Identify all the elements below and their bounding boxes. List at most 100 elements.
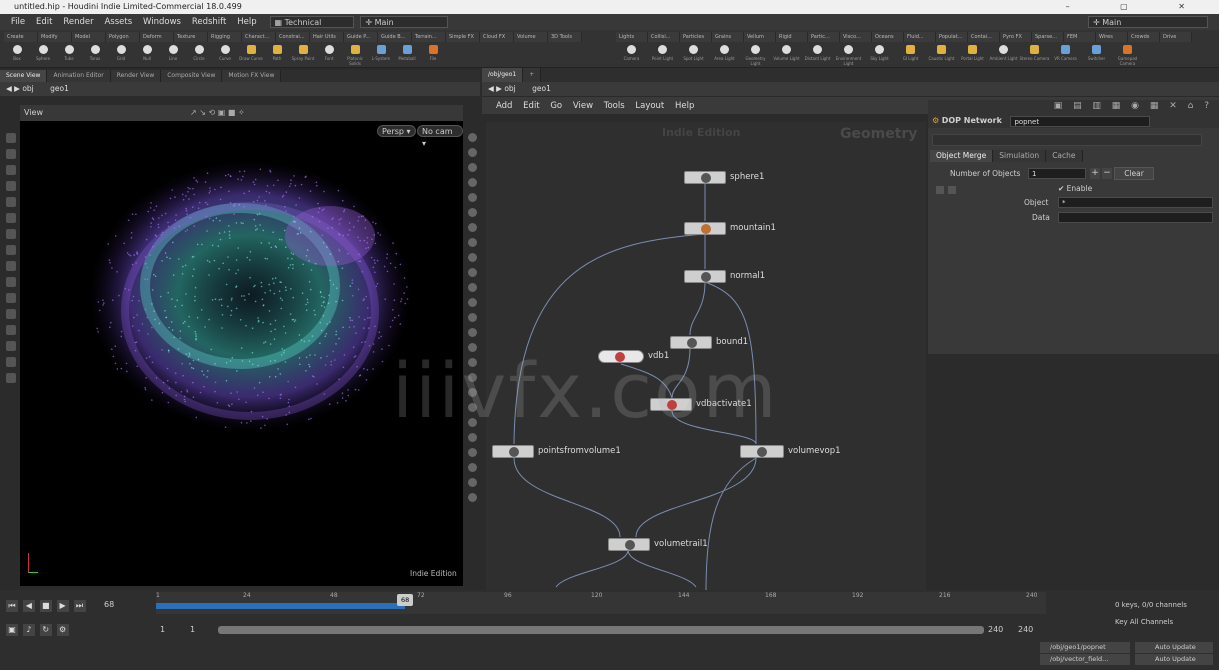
params-sim-field[interactable] xyxy=(932,134,1202,146)
node-name-field[interactable]: popnet xyxy=(1010,116,1151,127)
shelf-tool[interactable]: Volume Light xyxy=(771,44,802,66)
tab-render-view[interactable]: Render View xyxy=(110,70,162,82)
shelf-tool[interactable]: Sphere xyxy=(30,44,56,66)
menu-windows[interactable]: Windows xyxy=(139,14,185,30)
path-obj[interactable]: obj xyxy=(22,84,33,93)
menu-render[interactable]: Render xyxy=(59,14,97,30)
shelf-tab[interactable]: Fluid... xyxy=(904,32,936,42)
shelf-tab[interactable]: Grains xyxy=(712,32,744,42)
shelf-tool[interactable]: L-System xyxy=(368,44,394,66)
shelf-tab[interactable]: Modify xyxy=(38,32,72,42)
shelf-tab[interactable]: Populat... xyxy=(936,32,968,42)
shelf-tab[interactable]: Rigid xyxy=(776,32,808,42)
shelf-tool[interactable]: Circle xyxy=(186,44,212,66)
shelf-tab[interactable]: Cloud FX xyxy=(480,32,514,42)
range-end[interactable]: 240 xyxy=(988,625,1003,634)
shelf-tool[interactable]: File xyxy=(420,44,446,66)
node-vdbactivate1[interactable] xyxy=(650,398,692,411)
tab-simulation[interactable]: Simulation xyxy=(993,150,1047,162)
shelf-tab[interactable]: Sparse... xyxy=(1032,32,1064,42)
network-menu-go[interactable]: Go xyxy=(546,97,566,115)
shelf-tab[interactable]: Guide B... xyxy=(378,32,412,42)
shelf-tool[interactable]: Tube xyxy=(56,44,82,66)
shelf-tool[interactable]: Grid xyxy=(108,44,134,66)
network-path-obj[interactable]: obj xyxy=(504,84,515,93)
shelf-tab[interactable]: Particles xyxy=(680,32,712,42)
params-toolbar[interactable]: ▣ ▤ ▥ ▦ ◉ ▦ ✕ ⌂ ? xyxy=(928,100,1219,114)
window-controls[interactable]: – ▢ ✕ xyxy=(1066,0,1209,14)
camera-menu[interactable]: No cam ▾ xyxy=(417,125,463,148)
shelf-tool[interactable]: Box xyxy=(4,44,30,66)
shelf-tool[interactable]: Geometry Light xyxy=(740,44,771,66)
shelf-tab[interactable]: Terrain... xyxy=(412,32,446,42)
tab-animation-editor[interactable]: Animation Editor xyxy=(47,70,111,82)
shelf-tab[interactable]: Lights xyxy=(616,32,648,42)
shelf-tab[interactable]: Crowds xyxy=(1128,32,1160,42)
shelf-tool[interactable]: GI Light xyxy=(895,44,926,66)
shelf-tab[interactable]: Collisi... xyxy=(648,32,680,42)
tab-network-geo1[interactable]: /obj/geo1 xyxy=(482,68,524,82)
node-pointsfromvolume1[interactable] xyxy=(492,445,534,458)
network-back-arrow-icon[interactable]: ◀ ▶ xyxy=(488,84,504,93)
node-normal1[interactable] xyxy=(684,270,726,283)
node-volumetrail1[interactable] xyxy=(608,538,650,551)
node-mountain1[interactable] xyxy=(684,222,726,235)
shelf-tool[interactable]: Metaball xyxy=(394,44,420,66)
auto-update-1[interactable]: Auto Update xyxy=(1135,642,1213,653)
desktop-selector[interactable]: ▦ Technical xyxy=(269,15,354,28)
left-toolbar[interactable] xyxy=(4,133,18,389)
shelf-tool[interactable]: Curve xyxy=(212,44,238,66)
play-reverse-icon[interactable]: ◀ xyxy=(22,600,35,612)
shelf-tab[interactable]: Create xyxy=(4,32,38,42)
shelf-tool[interactable]: Environment Light xyxy=(833,44,864,66)
shelf-tool[interactable]: Ambient Light xyxy=(988,44,1019,66)
main-shelf-selector-left[interactable]: ✛ Main xyxy=(360,15,449,28)
shelf-tool[interactable]: Switcher xyxy=(1081,44,1112,66)
auto-update-2[interactable]: Auto Update xyxy=(1135,654,1213,665)
current-frame-field[interactable]: 68 xyxy=(104,600,114,609)
viewport-toolbar-icons[interactable]: ↗ ↘ ⟲ ▣ ■ ✧ xyxy=(190,105,245,121)
right-toolbar[interactable] xyxy=(465,133,479,508)
shelf-tool[interactable]: Spray Paint xyxy=(290,44,316,66)
number-of-objects-field[interactable]: 1 xyxy=(1028,168,1086,179)
network-menu-tools[interactable]: Tools xyxy=(600,97,629,115)
path-geo1[interactable]: geo1 xyxy=(50,84,69,93)
range-start-2[interactable]: 1 xyxy=(190,625,195,634)
add-tab-icon[interactable]: + xyxy=(523,68,542,82)
tab-object-merge[interactable]: Object Merge xyxy=(930,150,994,162)
jump-end-icon[interactable]: ⏭ xyxy=(73,600,86,612)
params-toolbar-icons[interactable]: ▣ ▤ ▥ ▦ ◉ ▦ ✕ ⌂ ? xyxy=(1054,101,1213,111)
shelf-tab[interactable]: Wires xyxy=(1096,32,1128,42)
shelf-tool[interactable]: Portal Light xyxy=(957,44,988,66)
network-menu-help[interactable]: Help xyxy=(671,97,698,115)
shelf-tool[interactable]: VR Camera xyxy=(1050,44,1081,66)
frame-marker[interactable]: 68 xyxy=(397,594,414,606)
node-sphere1[interactable] xyxy=(684,171,726,184)
shelf-tab[interactable]: Vellum xyxy=(744,32,776,42)
shelf-tab[interactable]: Polygon xyxy=(106,32,140,42)
range-end-2[interactable]: 240 xyxy=(1018,625,1033,634)
network-menu-add[interactable]: Add xyxy=(492,97,516,115)
remove-object-button[interactable]: − xyxy=(1102,168,1112,179)
stop-icon[interactable]: ■ xyxy=(39,600,52,612)
node-vdb1[interactable] xyxy=(598,350,644,363)
shelf-tab[interactable]: Texture xyxy=(174,32,208,42)
network-menu-layout[interactable]: Layout xyxy=(631,97,668,115)
realtime-icon[interactable]: ▣ xyxy=(6,624,18,636)
enable-checkbox[interactable]: ✔ Enable xyxy=(1058,184,1092,193)
shelf-tab[interactable]: Oceans xyxy=(872,32,904,42)
shelf-tool[interactable]: Path xyxy=(264,44,290,66)
shelf-tool[interactable]: Null xyxy=(134,44,160,66)
shelf-tab[interactable]: Model xyxy=(72,32,106,42)
shelf-tool[interactable]: Font xyxy=(316,44,342,66)
shelf-tab[interactable]: 3D Tools xyxy=(548,32,582,42)
multiparm-insert-icon[interactable] xyxy=(948,186,956,194)
multiparm-remove-icon[interactable] xyxy=(936,186,944,194)
main-shelf-selector-right[interactable]: ✛ Main xyxy=(1088,16,1208,28)
shelf-tool[interactable]: Line xyxy=(160,44,186,66)
loop-icon[interactable]: ↻ xyxy=(39,624,52,636)
tab-scene-view[interactable]: Scene View xyxy=(0,70,48,82)
shelf-tool[interactable]: Camera xyxy=(616,44,647,66)
shelf-tab[interactable]: Pyro FX xyxy=(1000,32,1032,42)
play-icon[interactable]: ▶ xyxy=(56,600,69,612)
